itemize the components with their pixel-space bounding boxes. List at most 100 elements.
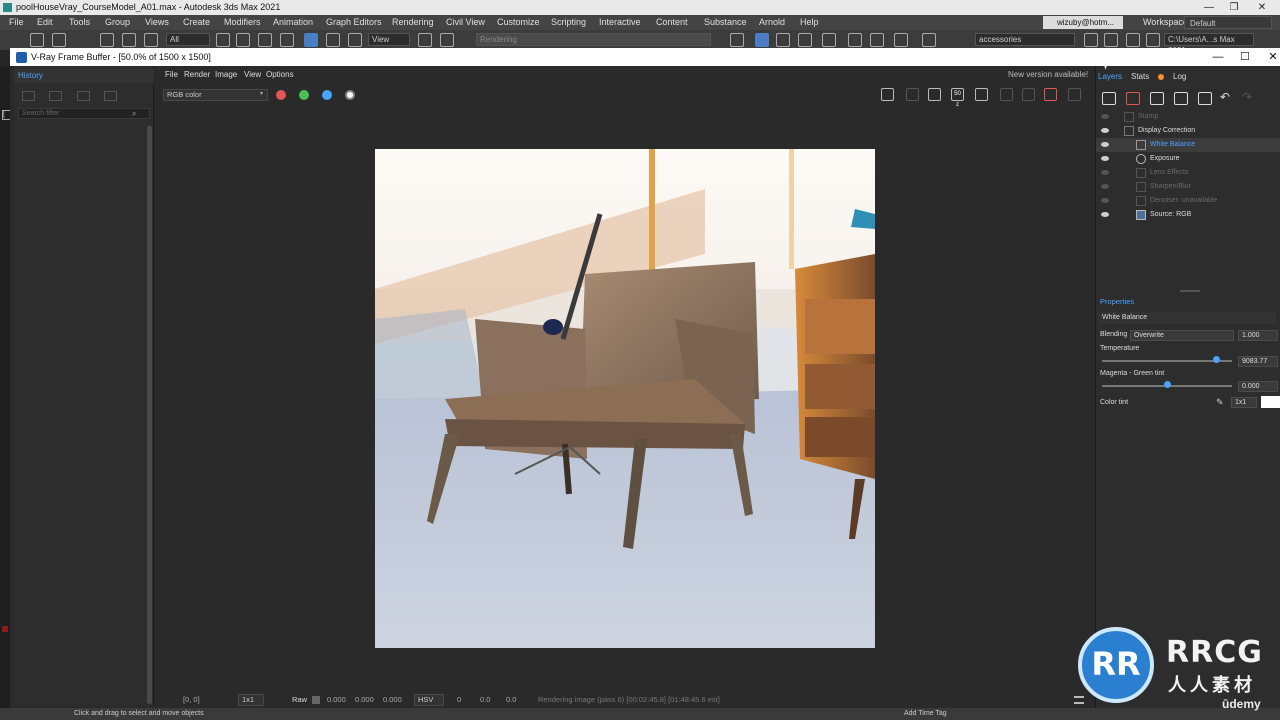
menu-arnold[interactable]: Arnold [759,15,785,30]
undo-icon[interactable] [30,33,44,47]
menu-substance[interactable]: Substance [704,15,747,30]
track-mouse-icon[interactable] [1000,88,1013,101]
eye-icon[interactable] [1101,128,1109,133]
angle-snap-icon[interactable] [755,33,769,47]
eye-icon[interactable] [1101,142,1109,147]
material-editor-icon[interactable] [822,33,836,47]
account-menu[interactable]: wizuby@hotm... [1043,16,1123,29]
menu-tools[interactable]: Tools [69,15,90,30]
select-by-name-icon[interactable] [236,33,250,47]
scene-explorer-icon[interactable] [922,33,936,47]
menu-content[interactable]: Content [656,15,688,30]
layer-row-display-correction[interactable]: Display Correction [1096,124,1280,138]
percent-snap-icon[interactable] [776,33,790,47]
vfb-menu-render[interactable]: Render [184,68,210,82]
set-project-icon[interactable] [1146,33,1160,47]
snaps-icon[interactable] [730,33,744,47]
blending-amount-field[interactable]: 1.000 [1238,330,1278,341]
fit-view-icon[interactable] [975,88,988,101]
menu-group[interactable]: Group [105,15,130,30]
tab-layers[interactable]: Layers [1098,70,1122,84]
channel-select[interactable]: RGB color [163,89,268,101]
close-button[interactable]: ✕ [1248,0,1276,15]
copy-image-icon[interactable] [906,88,919,101]
link-icon[interactable] [100,33,114,47]
layer-row-source[interactable]: Source: RGB [1096,208,1280,222]
region-render-icon[interactable] [928,88,941,101]
eye-icon[interactable] [1101,212,1109,217]
add-time-tag[interactable]: Add Time Tag [904,708,947,720]
menu-customize[interactable]: Customize [497,15,540,30]
layer-row-white-balance[interactable]: White Balance [1096,138,1280,152]
history-scrollbar[interactable] [147,126,152,704]
bind-spacewarp-icon[interactable] [144,33,158,47]
menu-interactive[interactable]: Interactive [599,15,641,30]
history-delete-icon[interactable] [104,91,118,101]
select-object-icon[interactable] [216,33,230,47]
reference-coord-select[interactable]: View [368,33,410,46]
layer-row-stamp[interactable]: Stamp [1096,110,1280,124]
new-version-notice[interactable]: New version available! [1008,68,1088,82]
layer-row-denoiser[interactable]: Denoiser: unavailable [1096,194,1280,208]
tab-log[interactable]: Log [1173,70,1186,84]
alpha-channel-toggle[interactable] [345,90,355,100]
red-channel-toggle[interactable] [276,90,286,100]
vfb-menu-view[interactable]: View [244,68,261,82]
workspace-select[interactable]: Default [1184,16,1272,29]
select-scale-icon[interactable] [348,33,362,47]
eye-icon[interactable] [1101,170,1109,175]
layer-list-icon[interactable] [1198,92,1212,105]
menu-graph-editors[interactable]: Graph Editors [326,15,382,30]
window-crossing-icon[interactable] [280,33,294,47]
selection-filter-select[interactable]: All [166,33,210,46]
color-tint-swatch[interactable] [1261,396,1280,408]
temperature-field[interactable]: 9083.77 [1238,356,1278,367]
open-project-icon[interactable] [1126,33,1140,47]
raw-checkbox[interactable] [312,696,320,704]
blue-channel-toggle[interactable] [322,90,332,100]
vfb-maximize-button[interactable]: ☐ [1235,48,1255,66]
eye-icon[interactable] [1101,184,1109,189]
restore-button[interactable]: ❐ [1220,0,1248,15]
menu-views[interactable]: Views [145,15,169,30]
layer-row-sharpen-blur[interactable]: Sharpen/Blur [1096,180,1280,194]
load-layers-icon[interactable] [1174,92,1188,105]
layer-explorer-icon[interactable] [1104,33,1118,47]
redo-icon[interactable] [52,33,66,47]
named-selection-set[interactable]: accessories [975,33,1075,46]
rect-selection-icon[interactable] [258,33,272,47]
render-button[interactable] [1044,88,1057,101]
menu-civil-view[interactable]: Civil View [446,15,485,30]
vfb-menu-file[interactable]: File [165,68,178,82]
tab-stats[interactable]: Stats [1131,70,1149,84]
tint-field[interactable]: 0.000 [1238,381,1278,392]
menu-edit[interactable]: Edit [37,15,53,30]
pivot-center-icon[interactable] [418,33,432,47]
rendered-frame-icon[interactable] [870,33,884,47]
delete-layer-icon[interactable] [1126,92,1140,105]
layer-checkbox[interactable] [1124,112,1134,122]
panel-splitter[interactable] [1180,290,1200,292]
eye-icon[interactable] [1101,198,1109,203]
menu-rendering[interactable]: Rendering [392,15,434,30]
color-mode-select[interactable]: HSV [414,694,444,706]
history-compare-icon[interactable] [49,91,63,101]
vfb-close-button[interactable]: ✕ [1263,48,1280,66]
minimize-button[interactable]: — [1195,0,1223,15]
select-move-icon[interactable] [304,33,318,47]
unlink-icon[interactable] [122,33,136,47]
color-tint-sample-select[interactable]: 1x1 [1231,397,1257,408]
render-setup-icon[interactable] [848,33,862,47]
select-rotate-icon[interactable] [326,33,340,47]
create-selection-set-icon[interactable] [1084,33,1098,47]
vfb-menu-options[interactable]: Options [266,68,294,82]
menu-modifiers[interactable]: Modifiers [224,15,261,30]
tint-slider-knob[interactable] [1164,381,1171,388]
render-production-icon[interactable] [894,33,908,47]
menu-animation[interactable]: Animation [273,15,313,30]
green-channel-toggle[interactable] [299,90,309,100]
undo-icon[interactable]: ↶ [1220,90,1230,104]
save-layers-icon[interactable] [1150,92,1164,105]
lock-icon[interactable] [1022,88,1035,101]
manipulate-icon[interactable] [440,33,454,47]
